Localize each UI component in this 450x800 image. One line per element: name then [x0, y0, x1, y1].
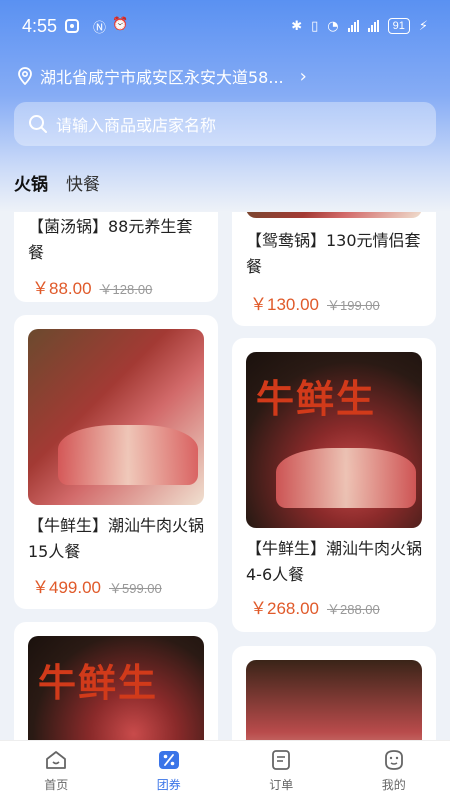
product-price: ￥130.00	[250, 295, 319, 314]
product-original-price: ￥199.00	[327, 298, 380, 313]
coupon-icon	[158, 751, 179, 769]
status-time: 4:55	[22, 15, 58, 36]
location-address: 湖北省咸宁市咸安区永安大道58...	[40, 68, 284, 87]
nav-home[interactable]: 首页	[16, 748, 96, 793]
charging-icon: ⚡	[418, 18, 428, 34]
food-plate-decoration	[276, 448, 416, 508]
search-icon	[29, 115, 47, 133]
nav-label: 订单	[269, 778, 294, 792]
wifi-icon: ◔	[327, 18, 339, 34]
home-icon	[46, 751, 67, 769]
product-title: 【牛鲜生】潮汕牛肉火锅4-6人餐	[246, 539, 423, 584]
nav-label: 团券	[156, 778, 181, 792]
product-feed[interactable]: 【菌汤锅】88元养生套餐 ￥88.00 ￥128.00 【鸳鸯锅】130元情侣套…	[0, 212, 450, 740]
battery-indicator: 91	[387, 18, 410, 34]
location-selector[interactable]: 湖北省咸宁市咸安区永安大道58... ›	[18, 62, 438, 90]
nav-profile[interactable]: 我的	[354, 748, 434, 793]
search-input[interactable]: 请输入商品或店家名称	[14, 102, 436, 146]
alarm-icon: ⏰	[112, 16, 129, 32]
product-card[interactable]	[232, 646, 436, 740]
brand-image-text: 牛鲜生	[256, 376, 377, 421]
bluetooth-icon: ✱	[291, 18, 303, 34]
product-card[interactable]: 牛鲜生	[14, 622, 218, 740]
status-right: ✱ ▯ ◔ 91 ⚡	[291, 18, 428, 34]
product-image	[246, 212, 422, 218]
product-image: 牛鲜生	[28, 636, 204, 740]
vibrate-icon: ▯	[311, 18, 319, 34]
product-price: ￥268.00	[250, 599, 319, 618]
category-tabs: 火锅 快餐	[14, 170, 100, 195]
brand-image-text: 牛鲜生	[38, 660, 159, 705]
location-pin-icon	[18, 67, 32, 85]
product-original-price: ￥288.00	[327, 602, 380, 617]
price-row: ￥88.00 ￥128.00	[32, 274, 152, 299]
product-original-price: ￥128.00	[99, 282, 153, 297]
status-bar: 4:55 Ⓝ ⏰ ✱ ▯ ◔ 91 ⚡	[0, 0, 450, 52]
product-card[interactable]: 【鸳鸯锅】130元情侣套餐 ￥130.00 ￥199.00	[232, 212, 436, 326]
search-placeholder: 请输入商品或店家名称	[56, 116, 217, 135]
product-original-price: ￥599.00	[109, 581, 162, 596]
nav-label: 首页	[44, 778, 69, 792]
order-icon	[272, 750, 291, 770]
product-image: 牛鲜生	[246, 352, 422, 528]
product-card[interactable]: 【菌汤锅】88元养生套餐 ￥88.00 ￥128.00	[14, 212, 218, 302]
signal-icon-2	[367, 20, 379, 32]
nav-label: 我的	[381, 778, 406, 792]
price-row: ￥130.00 ￥199.00	[250, 290, 380, 315]
product-image	[28, 329, 204, 505]
product-title: 【鸳鸯锅】130元情侣套餐	[246, 231, 421, 276]
tab-fastfood[interactable]: 快餐	[66, 170, 100, 195]
product-card[interactable]: 【牛鲜生】潮汕牛肉火锅15人餐 ￥499.00 ￥599.00	[14, 315, 218, 609]
product-image	[246, 660, 422, 740]
product-price: ￥88.00	[32, 279, 92, 298]
app-notification-icon	[65, 19, 80, 33]
nav-orders[interactable]: 订单	[241, 748, 321, 793]
nav-coupon[interactable]: 团券	[129, 748, 209, 793]
bottom-navigation: 首页 团券 订单 我的	[0, 740, 450, 800]
status-left-icons: Ⓝ ⏰	[93, 17, 128, 36]
product-title: 【菌汤锅】88元养生套餐	[28, 217, 193, 262]
chevron-right-icon: ›	[299, 65, 307, 87]
signal-icon	[347, 20, 359, 32]
price-row: ￥499.00 ￥599.00	[32, 573, 162, 598]
product-title: 【牛鲜生】潮汕牛肉火锅15人餐	[28, 516, 205, 561]
profile-icon	[384, 750, 403, 770]
product-card[interactable]: 牛鲜生 【牛鲜生】潮汕牛肉火锅4-6人餐 ￥268.00 ￥288.00	[232, 338, 436, 632]
tab-hotpot[interactable]: 火锅	[14, 170, 48, 195]
food-plate-decoration	[58, 425, 198, 485]
product-price: ￥499.00	[32, 578, 101, 597]
nfc-icon: Ⓝ	[93, 20, 107, 36]
price-row: ￥268.00 ￥288.00	[250, 594, 380, 619]
